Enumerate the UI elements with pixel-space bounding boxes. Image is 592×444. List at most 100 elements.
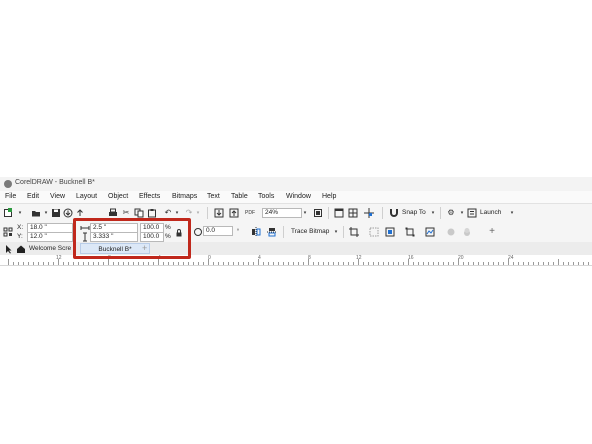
edit-bitmap-icon[interactable] (369, 227, 379, 237)
launch-button[interactable]: Launch (480, 209, 501, 216)
ruler-tick (268, 262, 269, 265)
upload-icon[interactable] (75, 208, 85, 218)
add-icon[interactable]: + (487, 227, 497, 237)
ruler-tick (193, 262, 194, 265)
ruler-tick (258, 259, 259, 265)
tab-welcome-screen[interactable]: Welcome Scre (29, 243, 71, 254)
chevron-down-icon[interactable]: ▾ (300, 208, 310, 218)
snap-magnet-icon[interactable] (389, 208, 399, 218)
ruler-tick (538, 262, 539, 265)
ruler-tick (243, 262, 244, 265)
menu-view[interactable]: View (50, 193, 65, 200)
zoom-level-field[interactable]: 24% (262, 208, 302, 218)
menu-layout[interactable]: Layout (76, 193, 97, 200)
mirror-vertical-icon[interactable] (267, 227, 277, 237)
menu-object[interactable]: Object (108, 193, 128, 200)
to-front-icon[interactable] (462, 227, 472, 237)
ruler-tick (28, 262, 29, 265)
ruler-tick (153, 262, 154, 265)
guidelines-icon[interactable] (364, 208, 374, 218)
export-icon[interactable] (229, 208, 239, 218)
import-icon[interactable] (214, 208, 224, 218)
ruler-tick (58, 259, 59, 265)
ruler-tick (358, 259, 359, 265)
trace-bitmap-button[interactable]: Trace Bitmap (291, 228, 329, 235)
chevron-down-icon[interactable]: ▾ (428, 208, 438, 218)
toolbar-separator (382, 207, 383, 219)
ruler-tick (518, 262, 519, 265)
snap-to-button[interactable]: Snap To (402, 209, 426, 216)
ruler-tick (113, 262, 114, 265)
ruler-tick (503, 262, 504, 265)
window-title: CorelDRAW - Bucknell B* (15, 179, 95, 186)
chevron-down-icon[interactable]: ▾ (331, 227, 341, 237)
ruler-tick (158, 259, 159, 265)
ruler-tick (128, 262, 129, 265)
bitmap-color-mask-icon[interactable] (425, 227, 435, 237)
cut-icon[interactable]: ✂ (121, 208, 131, 218)
ruler-tick (398, 262, 399, 265)
chevron-down-icon[interactable]: ▾ (507, 208, 517, 218)
chevron-down-icon[interactable]: ▾ (41, 208, 51, 218)
ruler-tick (118, 262, 119, 265)
open-folder-icon[interactable] (31, 208, 41, 218)
chevron-down-icon[interactable]: ▾ (457, 208, 467, 218)
show-grid-icon[interactable] (348, 208, 358, 218)
ruler-tick (368, 262, 369, 265)
menu-help[interactable]: Help (322, 193, 336, 200)
ruler-tick (63, 262, 64, 265)
print-icon[interactable] (108, 208, 118, 218)
copy-icon[interactable] (134, 208, 144, 218)
ruler-tick (563, 262, 564, 265)
home-icon[interactable] (16, 244, 26, 254)
cloud-icon[interactable] (63, 208, 73, 218)
save-icon[interactable] (51, 208, 61, 218)
menu-tools[interactable]: Tools (258, 193, 274, 200)
resample-icon[interactable] (385, 227, 395, 237)
pick-tool-icon[interactable] (3, 244, 13, 254)
paste-icon[interactable] (147, 208, 157, 218)
chevron-down-icon[interactable]: ▾ (193, 208, 203, 218)
ruler-tick (523, 262, 524, 265)
ruler-tick (428, 262, 429, 265)
menu-file[interactable]: File (5, 193, 16, 200)
ruler-tick (493, 262, 494, 265)
ruler-tick (218, 262, 219, 265)
launch-icon[interactable] (467, 208, 477, 218)
ruler-tick (468, 262, 469, 265)
ruler-tick (288, 262, 289, 265)
ruler-tick (443, 262, 444, 265)
ruler-tick (328, 262, 329, 265)
ruler-tick (508, 259, 509, 265)
ruler-tick (338, 262, 339, 265)
chevron-down-icon[interactable]: ▾ (172, 208, 182, 218)
ruler-tick (98, 262, 99, 265)
menu-window[interactable]: Window (286, 193, 311, 200)
pdf-export-icon[interactable]: PDF (245, 208, 255, 218)
wrap-text-icon[interactable] (446, 227, 456, 237)
menu-edit[interactable]: Edit (27, 193, 39, 200)
ruler-tick (363, 262, 364, 265)
mirror-horizontal-icon[interactable] (251, 227, 261, 237)
y-position-label: Y: (17, 233, 23, 240)
menu-bitmaps[interactable]: Bitmaps (172, 193, 197, 200)
gear-icon[interactable]: ⚙ (446, 208, 456, 218)
menu-effects[interactable]: Effects (139, 193, 160, 200)
y-position-field[interactable]: 12.0 " (27, 232, 73, 242)
ruler-tick (318, 262, 319, 265)
reference-point-icon[interactable] (3, 227, 13, 237)
ruler-tick (488, 262, 489, 265)
bitmap-bounds-icon[interactable] (405, 227, 415, 237)
toolbar-separator (328, 207, 329, 219)
full-screen-icon[interactable] (313, 208, 323, 218)
new-document-icon[interactable] (3, 208, 13, 218)
crop-bitmap-icon[interactable] (349, 227, 359, 237)
rotation-angle-field[interactable]: 0.0 (203, 226, 233, 236)
menu-text[interactable]: Text (207, 193, 220, 200)
menu-table[interactable]: Table (231, 193, 248, 200)
ruler-tick (238, 262, 239, 265)
chevron-down-icon[interactable]: ▾ (15, 208, 25, 218)
degree-icon: ° (236, 229, 240, 235)
ruler-tick (403, 262, 404, 265)
show-rulers-icon[interactable] (334, 208, 344, 218)
